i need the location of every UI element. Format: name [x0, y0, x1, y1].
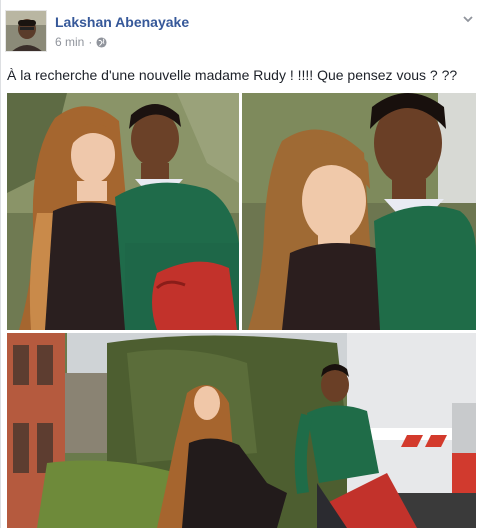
photo-1[interactable]	[7, 93, 239, 330]
globe-icon[interactable]	[96, 36, 107, 48]
chevron-down-icon[interactable]	[461, 12, 475, 26]
avatar[interactable]	[5, 10, 47, 52]
post-meta: 6 min ·	[55, 35, 107, 49]
post-time[interactable]: 6 min	[55, 35, 84, 49]
photo-2[interactable]	[242, 93, 476, 330]
meta-separator: ·	[88, 35, 93, 49]
facebook-post: Lakshan Abenayake 6 min · À la recherche…	[0, 0, 489, 528]
photo-3[interactable]	[7, 333, 476, 528]
author-name[interactable]: Lakshan Abenayake	[55, 14, 189, 30]
post-text: À la recherche d'une nouvelle madame Rud…	[7, 67, 458, 83]
post-header: Lakshan Abenayake 6 min ·	[5, 10, 485, 54]
